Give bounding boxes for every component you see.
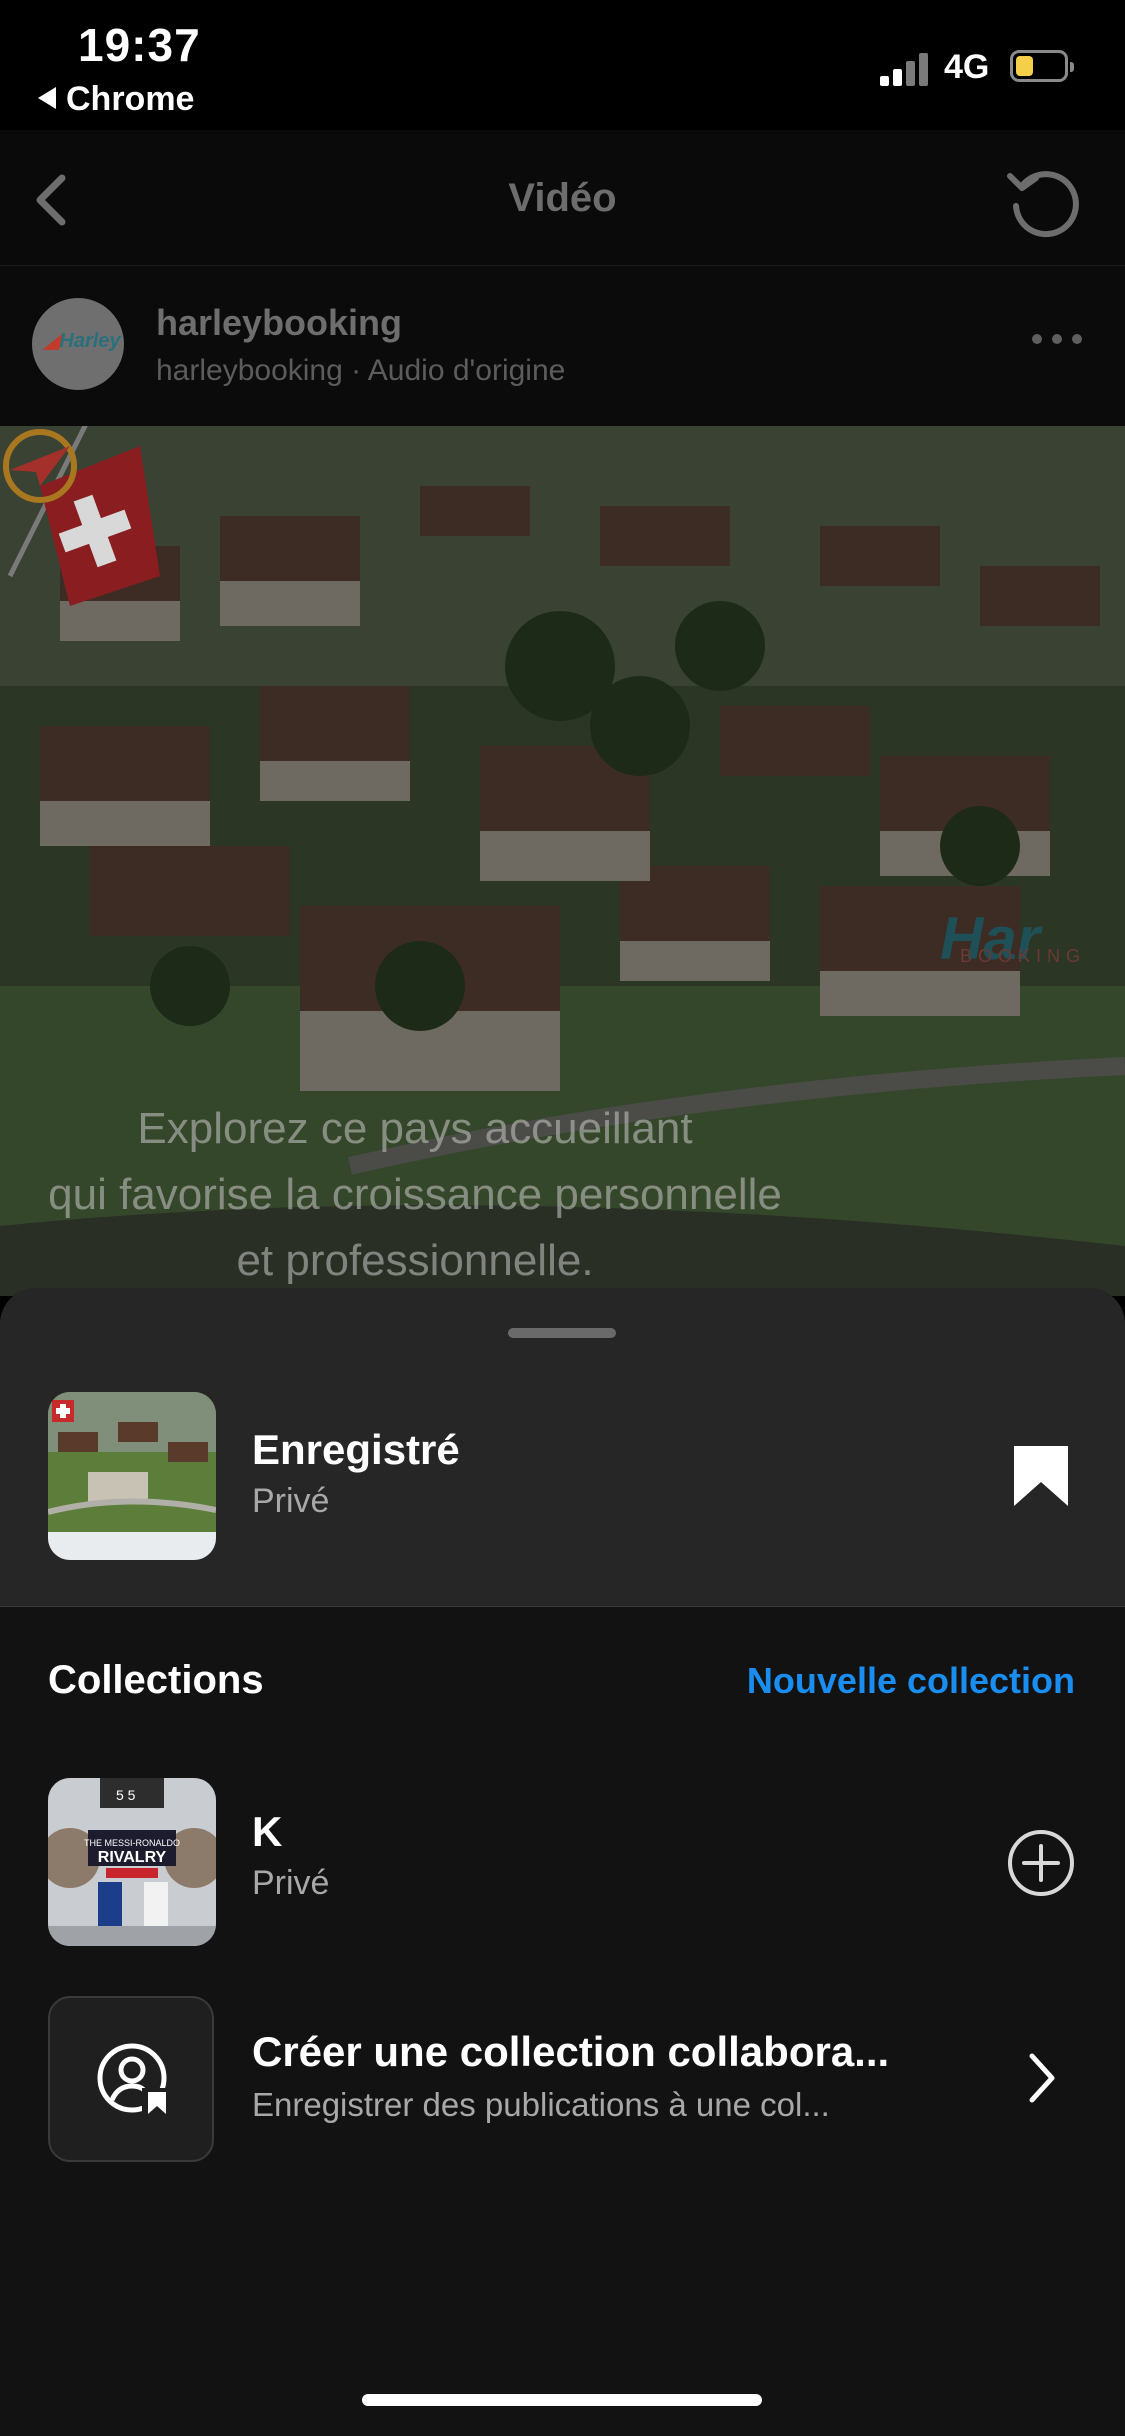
- back-triangle-icon: [38, 87, 56, 110]
- page-title: Vidéo: [508, 176, 617, 220]
- avatar[interactable]: ◢Harley: [32, 298, 124, 390]
- post-audio-subtitle[interactable]: harleybooking · Audio d'origine: [156, 354, 565, 388]
- back-to-app-link[interactable]: Chrome: [38, 80, 194, 119]
- status-time: 19:37: [78, 19, 201, 71]
- collection-k-thumbnail[interactable]: 5 5 THE MESSI-RONALDO RIVALRY: [48, 1778, 216, 1946]
- home-indicator[interactable]: [362, 2394, 762, 2406]
- battery-level: [1016, 56, 1033, 76]
- saved-thumbnail: [48, 1392, 216, 1560]
- collection-k-name[interactable]: K: [252, 1808, 282, 1856]
- svg-text:THE MESSI-RONALDO: THE MESSI-RONALDO: [84, 1838, 180, 1848]
- video-caption-line: et professionnelle.: [236, 1236, 594, 1285]
- add-circle-icon[interactable]: [1006, 1828, 1076, 1898]
- status-bar: 19:37 Chrome 4G: [0, 0, 1125, 130]
- collab-collection-description: Enregistrer des publications à une col..…: [252, 2086, 830, 2123]
- new-collection-button[interactable]: Nouvelle collection: [747, 1660, 1075, 1702]
- more-dots-icon[interactable]: [1032, 334, 1084, 346]
- collab-collection-title[interactable]: Créer une collection collabora...: [252, 2028, 889, 2076]
- refresh-icon[interactable]: [1004, 160, 1084, 240]
- bookmark-filled-icon[interactable]: [1012, 1444, 1070, 1508]
- video-caption-line: Explorez ce pays accueillant: [137, 1104, 693, 1153]
- harley-logo-sub: BOOKING: [960, 946, 1087, 966]
- back-app-label: Chrome: [66, 80, 195, 118]
- saved-title: Enregistré: [252, 1426, 460, 1473]
- save-sheet: Enregistré Privé Collections Nouvelle co…: [0, 1288, 1125, 2436]
- post-username[interactable]: harleybooking: [156, 302, 402, 344]
- battery-icon: [1010, 50, 1074, 82]
- saved-row[interactable]: Enregistré Privé: [0, 1288, 1125, 1607]
- video-caption-line: qui favorise la croissance personnelle: [48, 1170, 782, 1219]
- svg-text:5 5: 5 5: [116, 1787, 136, 1803]
- nav-bar: Vidéo: [0, 130, 1125, 266]
- collab-user-bookmark-icon: [97, 2043, 172, 2118]
- harley-logo-icon: [3, 429, 77, 503]
- chevron-right-icon[interactable]: [1026, 2050, 1058, 2106]
- signal-icon: [880, 52, 932, 86]
- collection-k-privacy: Privé: [252, 1864, 330, 1902]
- collab-collection-thumbnail[interactable]: [48, 1996, 214, 2162]
- post-header: ◢Harley harleybooking harleybooking · Au…: [0, 266, 1125, 426]
- network-label: 4G: [944, 48, 990, 86]
- collections-heading: Collections: [48, 1658, 264, 1702]
- saved-privacy: Privé: [252, 1482, 330, 1520]
- sheet-handle[interactable]: [508, 1328, 616, 1338]
- svg-text:RIVALRY: RIVALRY: [98, 1849, 167, 1866]
- video-player[interactable]: Har BOOKING Explorez ce pays accueillant…: [0, 426, 1125, 1296]
